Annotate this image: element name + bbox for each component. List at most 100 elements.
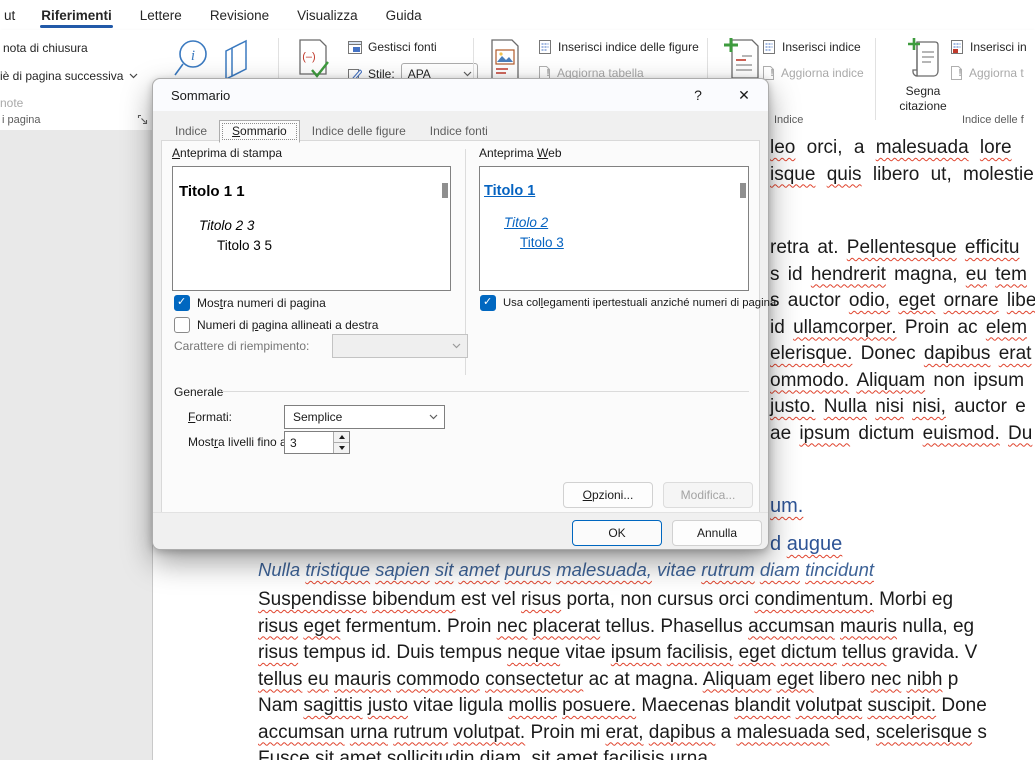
text-line: Fusce sit amet sollicitudin diam, sit am… (258, 746, 1035, 760)
text-line: ommodo. Aliquam non ipsum (770, 368, 1035, 395)
right-align-page-numbers-checkbox[interactable]: Numeri di pagina allineati a destra (174, 317, 378, 333)
text-line: risus tempus id. Duis tempus neque vitae… (258, 640, 1035, 667)
text-line: justo. Nulla nisi nisi, auctor e (770, 394, 1035, 421)
formats-dropdown[interactable]: Semplice (284, 405, 445, 429)
text-line: tellus eu mauris commodo consectetur ac … (258, 667, 1035, 694)
triangle-up-icon (339, 435, 345, 439)
options-button[interactable]: Opzioni... (563, 482, 653, 508)
chevron-down-icon (429, 414, 438, 420)
text-line: s auctor odio, eget ornare libe (770, 288, 1035, 315)
show-page-numbers-checkbox[interactable]: Mostra numeri di pagina (174, 295, 326, 311)
triangle-down-icon (339, 446, 345, 450)
authorities-group-label: Indice delle f (962, 114, 1024, 126)
show-notes-button: note (0, 93, 23, 113)
footnotes-group-label: i pagina (2, 114, 41, 126)
sommario-tab-panel: Anteprima di stampa Titolo 1 1 Titolo 2 … (161, 140, 760, 515)
cancel-button[interactable]: Annulla (672, 520, 762, 546)
help-button[interactable]: ? (683, 82, 713, 108)
insert-endnote-button[interactable]: nota di chiusura (3, 38, 88, 58)
dialog-title: Sommario (171, 88, 230, 103)
table-of-figures-icon (538, 40, 552, 54)
checkbox-unchecked-icon (174, 317, 190, 333)
text-line: s id hendrerit magna, eu tem (770, 262, 1035, 289)
word-window: ut Riferimenti Lettere Revisione Visuali… (0, 0, 1035, 760)
show-levels-label: Mostra livelli fino a: (188, 435, 290, 449)
tab-sommario[interactable]: Sommario (219, 120, 300, 143)
text-line: ae ipsum dictum euismod. Du (770, 421, 1035, 448)
checkbox-checked-icon (480, 295, 496, 311)
tab-visualizza[interactable]: Visualizza (283, 0, 372, 30)
tab-riferimenti[interactable]: Riferimenti (27, 0, 126, 30)
spin-up-button[interactable] (334, 432, 349, 442)
update-authorities-icon: ! (950, 66, 963, 80)
formats-label: Formati: (188, 410, 232, 424)
index-group-label: Indice (774, 114, 803, 126)
text-line: id ullamcorper. Proin ac elem (770, 315, 1035, 342)
tab-layout[interactable]: ut (0, 0, 27, 30)
print-preview-item-3: Titolo 3 5 (217, 238, 450, 253)
tab-lettere[interactable]: Lettere (126, 0, 196, 30)
tab-leader-dropdown (332, 334, 468, 358)
web-preview-item-1: Titolo 1 (484, 183, 748, 199)
text-line: Suspendisse bibendum est vel risus porta… (258, 587, 1035, 614)
document-bottom-column: Nulla tristique sapien sit amet purus ma… (258, 556, 1035, 760)
insert-citation-icon: (–) (296, 38, 330, 82)
ribbon-tab-bar: ut Riferimenti Lettere Revisione Visuali… (0, 0, 1035, 30)
print-preview-item-2: Titolo 2 3 (199, 218, 450, 233)
text-line: risus eget fermentum. Proin nec placerat… (258, 614, 1035, 641)
text-block: Nulla tristique sapien sit amet purus ma… (258, 556, 1035, 583)
close-icon[interactable]: ✕ (729, 82, 759, 108)
text-block: retra at. Pellentesque efficitus id hend… (770, 235, 1035, 447)
group-line (222, 391, 749, 392)
table-of-authorities-icon (950, 40, 964, 54)
tab-revisione[interactable]: Revisione (196, 0, 283, 30)
update-index-button: ! Aggiorna indice (762, 63, 864, 83)
spin-down-button[interactable] (334, 442, 349, 453)
use-hyperlinks-checkbox[interactable]: Usa collegamenti ipertestuali anziché nu… (480, 295, 776, 311)
show-levels-spinner[interactable]: 3 (284, 431, 350, 454)
scrollbar-thumb[interactable] (442, 183, 448, 198)
update-authorities-button: ! Aggiorna t (950, 63, 1024, 83)
insert-index-button[interactable]: Inserisci indice (762, 37, 861, 57)
tab-guida[interactable]: Guida (372, 0, 436, 30)
text-block: leo orci, a malesuada loreisque quis lib… (770, 135, 1035, 188)
svg-text:i: i (191, 48, 195, 64)
chevron-down-icon (129, 73, 138, 79)
scrollbar-thumb[interactable] (740, 183, 746, 198)
tab-indice-fonti[interactable]: Indice fonti (418, 121, 500, 142)
insert-index-small-icon (762, 40, 776, 54)
tab-indice-delle-figure[interactable]: Indice delle figure (300, 121, 418, 142)
text-block: Suspendisse bibendum est vel risus porta… (258, 587, 1035, 760)
checkbox-checked-icon (174, 295, 190, 311)
mark-citation-button[interactable]: Segna citazione (891, 36, 955, 114)
document-right-column: leo orci, a malesuada loreisque quis lib… (770, 135, 1035, 560)
manage-sources-button[interactable]: Gestisci fonti (348, 37, 437, 57)
text-block: um. (770, 490, 1035, 522)
next-footnote-button[interactable]: iè di pagina successiva (0, 66, 138, 86)
search-icon: i (170, 36, 212, 82)
tab-indice[interactable]: Indice (163, 121, 219, 142)
web-preview-box[interactable]: Titolo 1 Titolo 2 Titolo 3 (479, 166, 749, 291)
print-preview-label: Anteprima di stampa (172, 146, 282, 160)
text-line: retra at. Pellentesque efficitu (770, 235, 1035, 262)
ok-button[interactable]: OK (572, 520, 662, 546)
print-preview-item-1: Titolo 1 1 (179, 183, 450, 200)
print-preview-box[interactable]: Titolo 1 1 Titolo 2 3 Titolo 3 5 (172, 166, 451, 291)
web-preview-item-3: Titolo 3 (520, 235, 748, 250)
svg-text:!: ! (958, 68, 961, 79)
text-line: um. (770, 490, 1035, 522)
text-line: isque quis libero ut, molestie p (770, 162, 1035, 189)
insert-index-icon (722, 36, 762, 82)
insert-table-of-authorities-button[interactable]: Inserisci in (950, 37, 1027, 57)
svg-text:(–): (–) (302, 51, 315, 63)
tab-leader-label: Carattere di riempimento: (174, 339, 309, 353)
text-line: accumsan urna rutrum volutpat. Proin mi … (258, 720, 1035, 747)
general-group-label: Generale (174, 385, 223, 399)
dialog-launcher-icon[interactable] (137, 114, 149, 126)
text-line: Nulla tristique sapien sit amet purus ma… (258, 556, 1035, 583)
dialog-titlebar[interactable]: Sommario (153, 79, 768, 111)
web-preview-item-2: Titolo 2 (504, 215, 748, 230)
insert-table-of-figures-button[interactable]: Inserisci indice delle figure (538, 37, 699, 57)
text-line: elerisque. Donec dapibus erat (770, 341, 1035, 368)
svg-text:!: ! (770, 68, 773, 79)
